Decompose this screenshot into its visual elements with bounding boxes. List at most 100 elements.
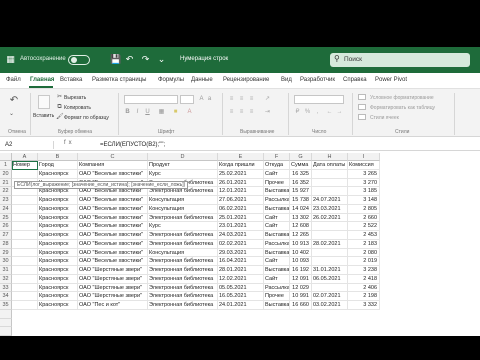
align-left-icon[interactable]: ≡	[228, 109, 235, 116]
column-header-e[interactable]: E	[218, 153, 264, 161]
grid-cell[interactable]: Красноярск	[38, 248, 78, 258]
grid-cell[interactable]: 2 522	[348, 222, 380, 231]
grid-cell[interactable]: Выставка	[264, 266, 290, 275]
increase-decimal-icon[interactable]: ←	[326, 109, 333, 116]
grid-cell[interactable]: 25.02.2021	[218, 169, 264, 179]
grid-cell[interactable]: ОАО "Веселые хвостики"	[78, 222, 148, 231]
grid-cell[interactable]: 31.01.2021	[312, 266, 348, 275]
decrease-font-icon[interactable]: a	[206, 96, 213, 103]
grid-cell[interactable]: ОАО "Шерстяные звери"	[78, 266, 148, 275]
undo-large-icon[interactable]: ↶	[8, 95, 20, 107]
cut-label[interactable]: Вырезать	[64, 95, 86, 101]
cell-styles-icon[interactable]	[358, 114, 366, 120]
grid-cell[interactable]: 10 991	[290, 292, 312, 301]
grid-cell[interactable]: ОАО "Веселые хвостики"	[78, 169, 148, 179]
grid-cell[interactable]: Сайт	[264, 274, 290, 284]
grid-cell[interactable]: 28.01.2021	[218, 266, 264, 275]
grid-cell[interactable]	[12, 274, 38, 284]
column-header-g[interactable]: G	[290, 153, 312, 161]
row-header[interactable]: 1	[0, 161, 12, 170]
format-painter-label[interactable]: Формат по образцу	[64, 115, 109, 121]
format-painter-icon[interactable]: 🖌	[56, 114, 64, 121]
column-header-h[interactable]: H	[312, 153, 348, 161]
worksheet-grid[interactable]: A B C D E F G H I 1 Номер Город Компания Продукт Когда…	[0, 153, 480, 336]
grid-cell[interactable]: 3 265	[348, 169, 380, 179]
tab-formulas[interactable]: Формулы	[158, 77, 184, 83]
grid-cell[interactable]	[312, 222, 348, 231]
align-center-icon[interactable]: ≡	[238, 109, 245, 116]
undo-dropdown-icon[interactable]: ⌄	[8, 111, 15, 118]
grid-cell[interactable]: 10 093	[290, 257, 312, 266]
formula-input[interactable]: =ЕСЛИ(ЕПУСТО(B2);"";	[100, 141, 165, 149]
grid-cell[interactable]	[12, 222, 38, 231]
grid-cell[interactable]	[12, 204, 38, 214]
percent-icon[interactable]: %	[304, 109, 311, 116]
format-as-table-icon[interactable]	[358, 104, 366, 110]
autosave-toggle[interactable]	[68, 55, 90, 65]
grid-cell[interactable]: Электронная библиотека	[148, 283, 218, 293]
align-middle-icon[interactable]: ≡	[238, 96, 245, 103]
italic-icon[interactable]: I	[134, 109, 141, 116]
row-header[interactable]: 34	[0, 292, 12, 301]
fx-icon[interactable]: fx	[64, 140, 75, 146]
grid-cell[interactable]	[12, 248, 38, 258]
grid-cell[interactable]	[12, 213, 38, 223]
grid-cell[interactable]: 25.01.2021	[218, 213, 264, 223]
fill-color-icon[interactable]: ■	[172, 109, 179, 116]
grid-cell[interactable]: 05.05.2021	[218, 283, 264, 293]
decrease-decimal-icon[interactable]: →	[336, 109, 343, 116]
grid-cell[interactable]	[12, 266, 38, 275]
tab-page-layout[interactable]: Разметка страницы	[92, 77, 146, 83]
grid-cell[interactable]: 27.06.2021	[218, 196, 264, 205]
grid-cell[interactable]	[12, 283, 38, 293]
grid-cell[interactable]	[312, 283, 348, 293]
grid-cell[interactable]: 3 270	[348, 178, 380, 188]
comma-style-icon[interactable]: ,	[314, 109, 321, 116]
select-all-corner[interactable]	[0, 153, 12, 161]
row-header[interactable]: 23	[0, 196, 12, 205]
grid-cell[interactable]: Выставка	[264, 187, 290, 196]
grid-cell[interactable]: 26.01.2021	[218, 178, 264, 188]
grid-cell[interactable]: 2 080	[348, 248, 380, 258]
grid-cell[interactable]: ОАО "Веселые хвостики"	[78, 196, 148, 205]
row-header[interactable]: 21	[0, 178, 12, 188]
grid-cell[interactable]: 2 406	[348, 283, 380, 293]
grid-cell[interactable]: 16.05.2021	[218, 292, 264, 301]
grid-cell[interactable]: 28.02.2021	[312, 239, 348, 249]
grid-cell[interactable]: 23.03.2021	[312, 204, 348, 214]
search-box[interactable]: ⚲ Поиск	[330, 53, 470, 67]
grid-cell[interactable]: 02.07.2021	[312, 292, 348, 301]
tab-insert[interactable]: Вставка	[60, 77, 82, 83]
grid-cell[interactable]: Красноярск	[38, 239, 78, 249]
tab-help[interactable]: Справка	[343, 77, 367, 83]
grid-cell[interactable]	[12, 231, 38, 240]
grid-cell[interactable]: ОАО "Веселые хвостики"	[78, 213, 148, 223]
currency-icon[interactable]: ₽	[294, 109, 301, 116]
grid-cell[interactable]: 16 352	[290, 178, 312, 188]
grid-cell[interactable]: 12 265	[290, 231, 312, 240]
column-header-b[interactable]: B	[38, 153, 78, 161]
grid-cell[interactable]: 2 660	[348, 213, 380, 223]
paste-label[interactable]: Вставить	[33, 113, 54, 119]
grid-cell[interactable]	[312, 187, 348, 196]
row-header[interactable]: 27	[0, 231, 12, 240]
grid-cell[interactable]: 2 453	[348, 231, 380, 240]
grid-cell[interactable]: 3 332	[348, 301, 380, 310]
grid-cell[interactable]: Рассылка	[264, 283, 290, 293]
grid-cell[interactable]: 2 183	[348, 239, 380, 249]
grid-cell[interactable]: 2 805	[348, 204, 380, 214]
grid-cell[interactable]: Красноярск	[38, 231, 78, 240]
grid-cell[interactable]: Красноярск	[38, 169, 78, 179]
row-header[interactable]: 31	[0, 266, 12, 275]
grid-cell[interactable]: ОАО "Шерстяные звери"	[78, 283, 148, 293]
grid-cell[interactable]: Прочее	[264, 292, 290, 301]
grid-cell[interactable]: ОАО "Веселые хвостики"	[78, 257, 148, 266]
paste-icon[interactable]	[38, 95, 50, 109]
grid-cell[interactable]	[312, 169, 348, 179]
grid-cell[interactable]: ОАО "Веселые хвостики"	[78, 204, 148, 214]
column-title-cell[interactable]: Когда пришли	[218, 161, 264, 170]
grid-cell[interactable]: 16.04.2021	[218, 257, 264, 266]
cell-styles-label[interactable]: Стили ячеек	[370, 115, 399, 121]
column-title-cell[interactable]: Дата оплаты	[312, 161, 348, 170]
grid-cell[interactable]: ОАО "Веселые хвостики"	[78, 248, 148, 258]
